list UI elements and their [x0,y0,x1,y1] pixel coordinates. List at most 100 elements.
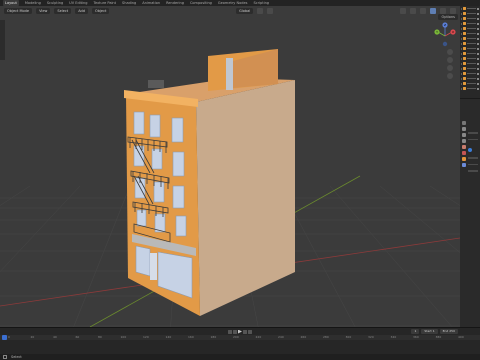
eye-icon[interactable] [477,82,479,85]
pan-hand-icon[interactable] [447,57,453,63]
object-icon [463,27,466,30]
play-icon[interactable] [238,329,242,334]
start-frame-field[interactable]: Start 1 [421,329,438,334]
eye-icon[interactable] [477,12,479,15]
status-bar: Select [0,354,480,360]
prev-keyframe-icon[interactable] [233,329,237,334]
expand-arrow-icon[interactable] [461,52,462,55]
visibility-icon[interactable] [400,8,407,14]
output-tab-icon[interactable] [461,133,466,137]
navigation-gizmo[interactable]: Z X Y [434,20,456,48]
eye-icon[interactable] [477,22,479,25]
frame-range-fields: 1 Start 1 End 250 [411,329,458,334]
properties-body [468,127,480,177]
eye-icon[interactable] [477,52,479,55]
viewport-toolbar [0,20,5,60]
expand-arrow-icon[interactable] [461,77,462,80]
xray-icon[interactable] [420,8,427,14]
object-name [467,27,476,30]
eye-icon[interactable] [477,62,479,65]
expand-arrow-icon[interactable] [461,32,462,35]
object-icon [463,72,466,75]
modifier-tab-icon[interactable] [461,163,466,167]
eye-icon[interactable] [477,37,479,40]
expand-arrow-icon[interactable] [461,7,462,10]
eye-icon[interactable] [477,47,479,50]
eye-icon[interactable] [477,87,479,90]
render-tab-icon[interactable] [461,127,466,131]
scene-tab-icon[interactable] [461,145,466,149]
property-row [468,163,478,165]
select-menu[interactable]: Select [54,8,72,14]
tool-tab-icon[interactable] [461,121,466,125]
proportional-edit-icon[interactable] [267,8,274,14]
object-name [467,52,476,55]
viewport-header: Object Mode View Select Add Object Globa… [0,6,460,16]
expand-arrow-icon[interactable] [461,47,462,50]
outliner-panel[interactable] [460,6,480,98]
playback-controls [0,328,480,335]
expand-arrow-icon[interactable] [461,27,462,30]
eye-icon[interactable] [477,57,479,60]
object-name [467,37,476,40]
zoom-icon[interactable] [447,49,453,55]
object-mode-dropdown[interactable]: Object Mode [4,8,33,14]
properties-tabs [460,121,467,167]
object-name [467,62,476,65]
expand-arrow-icon[interactable] [461,82,462,85]
expand-arrow-icon[interactable] [461,57,462,60]
expand-arrow-icon[interactable] [461,42,462,45]
orientation-dropdown[interactable]: Global [236,8,254,14]
object-icon [463,22,466,25]
expand-arrow-icon[interactable] [461,87,462,90]
next-keyframe-icon[interactable] [243,329,247,334]
end-frame-field[interactable]: End 250 [439,329,458,334]
eye-icon[interactable] [477,17,479,20]
expand-arrow-icon[interactable] [461,72,462,75]
rendered-shading-icon[interactable] [450,8,457,14]
material-shading-icon[interactable] [440,8,447,14]
mouse-left-icon [3,355,7,359]
eye-icon[interactable] [477,7,479,10]
object-icon [463,12,466,15]
overlay-icon[interactable] [410,8,417,14]
camera-view-icon[interactable] [447,65,453,71]
current-frame-field[interactable]: 1 [411,329,420,334]
eye-icon[interactable] [477,67,479,70]
radio-icon[interactable] [468,148,472,152]
property-row [468,138,478,140]
view-layer-tab-icon[interactable] [461,139,466,143]
object-menu[interactable]: Object [91,8,110,14]
expand-arrow-icon[interactable] [461,17,462,20]
outliner-row[interactable] [460,86,480,91]
object-name [467,67,476,70]
solid-shading-icon[interactable] [430,8,437,14]
eye-icon[interactable] [477,32,479,35]
object-name [467,82,476,85]
neg-z-axis-icon [442,41,448,47]
properties-panel[interactable] [460,98,480,327]
jump-end-icon[interactable] [248,329,252,334]
expand-arrow-icon[interactable] [461,12,462,15]
jump-start-icon[interactable] [228,329,232,334]
object-icon [463,47,466,50]
world-tab-icon[interactable] [461,151,466,155]
object-name [467,47,476,50]
expand-arrow-icon[interactable] [461,67,462,70]
svg-text:Y: Y [436,30,438,34]
snap-icon[interactable] [257,8,264,14]
eye-icon[interactable] [477,77,479,80]
expand-arrow-icon[interactable] [461,62,462,65]
perspective-grid-icon[interactable] [447,73,453,79]
expand-arrow-icon[interactable] [461,22,462,25]
eye-icon[interactable] [477,27,479,30]
svg-text:X: X [452,30,454,34]
expand-arrow-icon[interactable] [461,37,462,40]
eye-icon[interactable] [477,42,479,45]
object-icon [463,67,466,70]
3d-viewport[interactable]: Object Mode View Select Add Object Globa… [0,6,460,327]
eye-icon[interactable] [477,72,479,75]
add-menu[interactable]: Add [75,8,88,14]
object-tab-icon[interactable] [461,157,466,161]
view-menu[interactable]: View [36,8,51,14]
